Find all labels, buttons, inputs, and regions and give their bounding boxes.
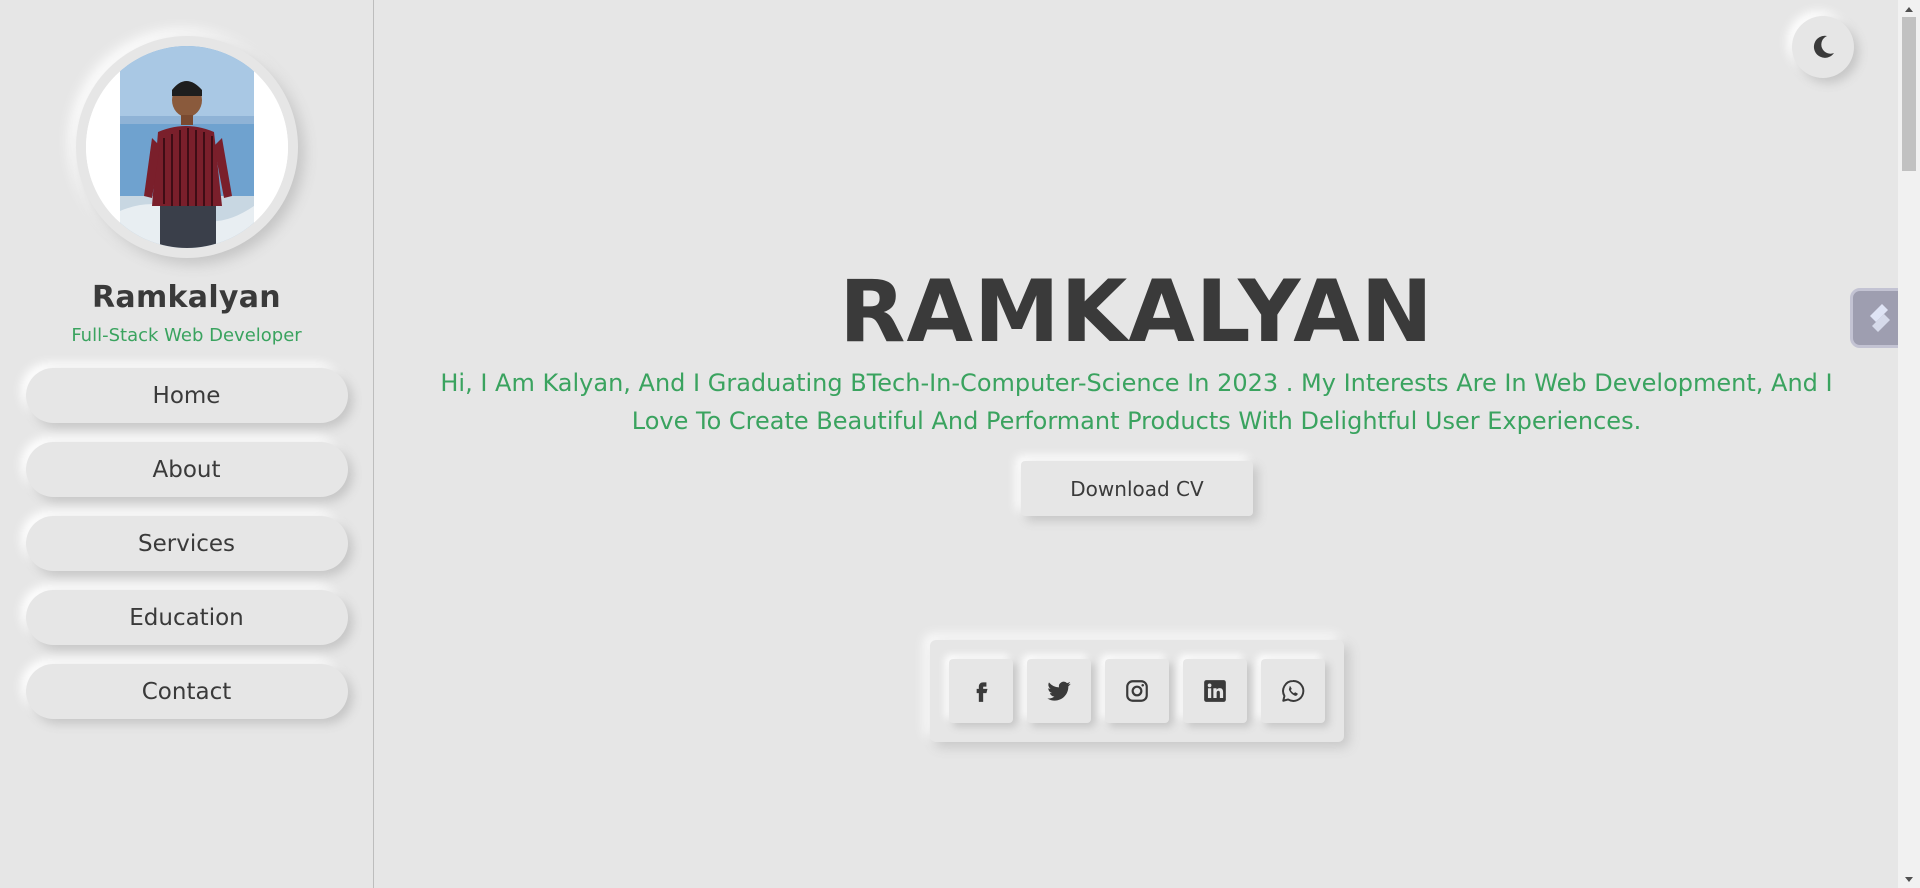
- profile-role: Full-Stack Web Developer: [71, 325, 302, 346]
- vertical-scrollbar[interactable]: [1898, 0, 1920, 888]
- profile-name: Ramkalyan: [92, 280, 281, 315]
- social-links: [930, 640, 1344, 742]
- download-cv-button[interactable]: Download CV: [1021, 461, 1253, 516]
- scroll-down-arrow-icon[interactable]: [1898, 871, 1920, 888]
- linkedin-link[interactable]: [1183, 659, 1247, 723]
- whatsapp-icon: [1282, 680, 1305, 702]
- avatar: [85, 46, 288, 248]
- scrollbar-thumb[interactable]: [1902, 17, 1916, 171]
- nav-item-about[interactable]: About: [25, 442, 348, 497]
- twitter-icon: [1047, 681, 1071, 701]
- theme-toggle-button[interactable]: [1792, 16, 1854, 78]
- sidebar-nav: Home About Services Education Contact: [25, 368, 348, 719]
- hero-subtitle: Hi, I Am Kalyan, And I Graduating BTech-…: [440, 369, 1833, 435]
- instagram-icon: [1126, 680, 1148, 702]
- instagram-link[interactable]: [1105, 659, 1169, 723]
- whatsapp-link[interactable]: [1261, 659, 1325, 723]
- main-content: RAMKALYAN Hi, I Am Kalyan, And I Graduat…: [375, 0, 1898, 888]
- nav-item-home[interactable]: Home: [25, 368, 348, 423]
- linkedin-icon: [1204, 680, 1226, 702]
- avatar-ring: [75, 36, 298, 258]
- extension-icon: [1870, 304, 1890, 332]
- facebook-icon: [976, 682, 988, 702]
- nav-item-contact[interactable]: Contact: [25, 664, 348, 719]
- sidebar: Ramkalyan Full-Stack Web Developer Home …: [0, 0, 374, 888]
- scroll-up-arrow-icon[interactable]: [1898, 0, 1920, 17]
- nav-item-education[interactable]: Education: [25, 590, 348, 645]
- nav-item-services[interactable]: Services: [25, 516, 348, 571]
- hero-title: RAMKALYAN: [839, 262, 1434, 362]
- facebook-link[interactable]: [949, 659, 1013, 723]
- moon-icon: [1813, 35, 1834, 58]
- twitter-link[interactable]: [1027, 659, 1091, 723]
- profile-photo: [85, 46, 288, 248]
